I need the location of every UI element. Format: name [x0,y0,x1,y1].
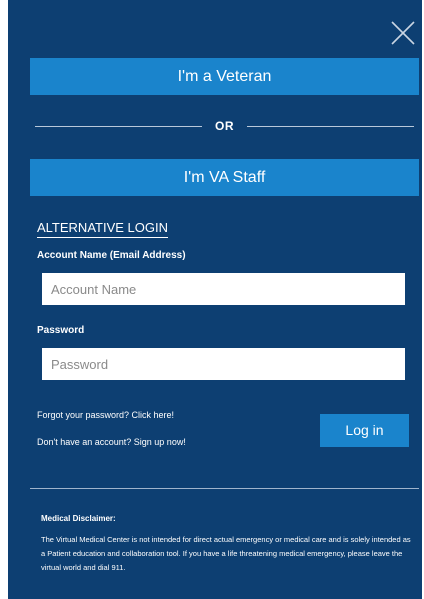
close-button[interactable] [390,20,416,46]
section-divider [30,488,419,489]
password-input[interactable] [42,348,405,380]
account-name-label: Account Name (Email Address) [37,250,186,261]
login-modal: I'm a Veteran OR I'm VA Staff ALTERNATIV… [8,0,422,599]
log-in-button[interactable]: Log in [320,414,409,447]
veteran-login-button[interactable]: I'm a Veteran [30,58,419,95]
alternative-login-heading: ALTERNATIVE LOGIN [37,220,168,238]
medical-disclaimer-title: Medical Disclaimer: [41,514,116,523]
close-icon [391,21,415,45]
sign-up-link[interactable]: Don't have an account? Sign up now! [37,436,186,448]
or-separator: OR [35,117,414,135]
medical-disclaimer-text: The Virtual Medical Center is not intend… [41,535,411,572]
account-name-input[interactable] [42,273,405,305]
staff-login-button[interactable]: I'm VA Staff [30,159,419,196]
page: I'm a Veteran OR I'm VA Staff ALTERNATIV… [0,0,424,599]
forgot-password-link[interactable]: Forgot your password? Click here! [37,409,174,421]
separator-line-right [247,126,414,127]
password-label: Password [37,325,85,336]
